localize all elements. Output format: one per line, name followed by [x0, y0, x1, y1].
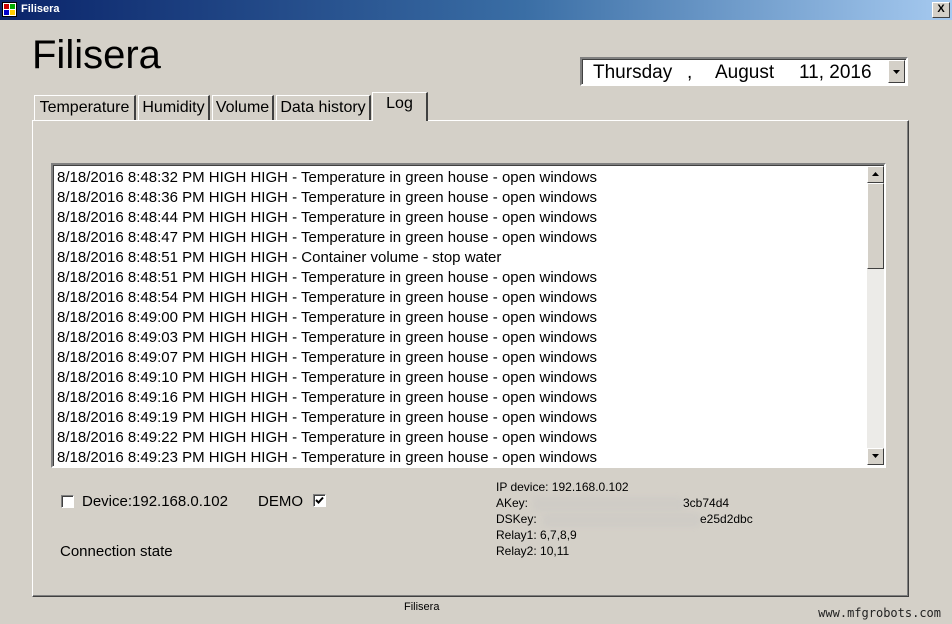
app-title: Filisera [32, 33, 161, 77]
status-bar-text: Filisera [404, 601, 440, 613]
akey-label: AKey: [496, 496, 529, 510]
dskey-value: e25d2dbc [700, 512, 753, 526]
close-button[interactable]: X [932, 2, 950, 18]
log-entries: 8/18/2016 8:48:32 PM HIGH HIGH - Tempera… [57, 168, 597, 466]
relay1-text: Relay1: 6,7,8,9 [496, 528, 577, 542]
relay2-text: Relay2: 10,11 [496, 544, 570, 558]
ip-device-text: IP device: 192.168.0.102 [496, 480, 629, 494]
title-bar: Filisera X [0, 0, 952, 20]
log-entry[interactable]: 8/18/2016 8:48:47 PM HIGH HIGH - Tempera… [57, 228, 597, 248]
scroll-up-button[interactable] [867, 166, 884, 183]
log-entry[interactable]: 8/18/2016 8:49:00 PM HIGH HIGH - Tempera… [57, 308, 597, 328]
tab-volume[interactable]: Volume [212, 95, 274, 121]
dskey-label: DSKey: [496, 512, 537, 526]
akey-value: 3cb74d4 [683, 496, 730, 510]
scroll-down-button[interactable] [867, 448, 884, 465]
tab-temperature[interactable]: Temperature [34, 95, 136, 121]
watermark: www.mfgrobots.com [818, 606, 941, 620]
date-separator: , [687, 62, 693, 83]
date-day-year[interactable]: 11, 2016 [799, 62, 872, 84]
date-weekday[interactable]: Thursday [593, 62, 672, 84]
log-entry[interactable]: 8/18/2016 8:49:03 PM HIGH HIGH - Tempera… [57, 328, 597, 348]
log-listbox[interactable]: 8/18/2016 8:48:32 PM HIGH HIGH - Tempera… [51, 163, 886, 468]
window-title: Filisera [21, 3, 60, 15]
log-entry[interactable]: 8/18/2016 8:49:07 PM HIGH HIGH - Tempera… [57, 348, 597, 368]
log-entry[interactable]: 8/18/2016 8:49:16 PM HIGH HIGH - Tempera… [57, 388, 597, 408]
tab-humidity[interactable]: Humidity [138, 95, 210, 121]
dskey-redaction [543, 513, 700, 527]
log-entry[interactable]: 8/18/2016 8:49:22 PM HIGH HIGH - Tempera… [57, 428, 597, 448]
connection-state-label: Connection state [60, 543, 173, 560]
log-entry[interactable]: 8/18/2016 8:48:44 PM HIGH HIGH - Tempera… [57, 208, 597, 228]
app-icon [2, 2, 17, 17]
tab-log[interactable]: Log [372, 92, 428, 121]
log-entry[interactable]: 8/18/2016 8:48:54 PM HIGH HIGH - Tempera… [57, 288, 597, 308]
demo-checkbox[interactable] [313, 494, 326, 507]
akey-redaction [533, 497, 683, 511]
date-picker[interactable]: Thursday , August 11, 2016 [580, 57, 908, 86]
device-checkbox[interactable] [61, 495, 74, 508]
date-dropdown-button[interactable] [888, 60, 905, 83]
scroll-up-icon [872, 172, 879, 176]
close-icon[interactable]: X [937, 3, 944, 15]
log-entry[interactable]: 8/18/2016 8:49:19 PM HIGH HIGH - Tempera… [57, 408, 597, 428]
checkmark-icon [315, 496, 324, 504]
log-entry[interactable]: 8/18/2016 8:49:10 PM HIGH HIGH - Tempera… [57, 368, 597, 388]
log-entry[interactable]: 8/18/2016 8:48:51 PM HIGH HIGH - Tempera… [57, 268, 597, 288]
dropdown-arrow-icon [893, 70, 900, 74]
log-entry[interactable]: 8/18/2016 8:48:32 PM HIGH HIGH - Tempera… [57, 168, 597, 188]
log-entry[interactable]: 8/18/2016 8:48:36 PM HIGH HIGH - Tempera… [57, 188, 597, 208]
scroll-down-icon [872, 454, 879, 458]
vertical-scrollbar[interactable] [867, 166, 884, 465]
tab-data-history[interactable]: Data history [276, 95, 371, 121]
date-month[interactable]: August [715, 62, 774, 84]
log-entry[interactable]: 8/18/2016 8:49:23 PM HIGH HIGH - Tempera… [57, 448, 597, 466]
scroll-thumb[interactable] [867, 183, 884, 269]
device-label: Device:192.168.0.102 [82, 493, 228, 510]
log-entry[interactable]: 8/18/2016 8:48:51 PM HIGH HIGH - Contain… [57, 248, 597, 268]
demo-label: DEMO [258, 493, 303, 510]
